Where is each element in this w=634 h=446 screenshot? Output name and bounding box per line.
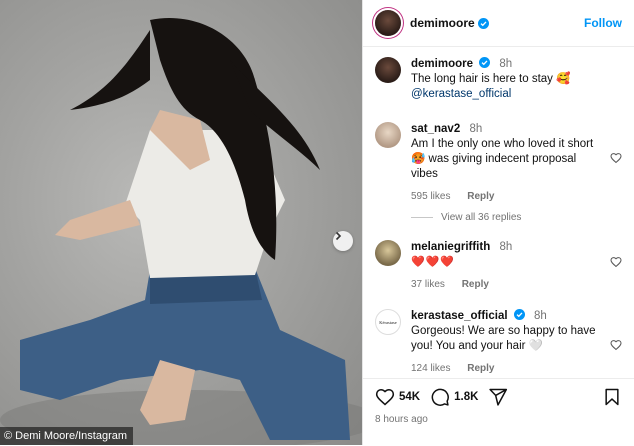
bookmark-icon[interactable] xyxy=(602,387,622,407)
heart-icon[interactable] xyxy=(610,339,622,351)
photo-credit: © Demi Moore/Instagram xyxy=(0,427,134,445)
comments-list[interactable]: demimoore 8h The long hair is here to st… xyxy=(363,47,634,377)
post-sidebar: demimoore Follow demimoore 8h The long h… xyxy=(362,0,634,445)
caption-username[interactable]: demimoore xyxy=(411,58,473,70)
avatar-logo-text: Kérastase xyxy=(379,319,397,325)
post-time-ago: 8 hours ago xyxy=(375,414,428,425)
reply-button[interactable]: Reply xyxy=(462,279,489,290)
comment-username[interactable]: kerastase_official xyxy=(411,310,508,322)
post-actions: 54K 1.8K 8 hours ago xyxy=(363,378,634,446)
next-photo-button[interactable] xyxy=(333,231,353,251)
heart-icon[interactable] xyxy=(610,256,622,268)
comment-time: 8h xyxy=(499,241,513,253)
verified-icon xyxy=(479,57,491,68)
comment-icon[interactable] xyxy=(430,387,450,407)
commenter-avatar[interactable] xyxy=(375,240,401,266)
comment-text: Gorgeous! We are so happy to have you! Y… xyxy=(411,325,596,352)
author-avatar[interactable] xyxy=(375,10,401,36)
chevron-right-icon xyxy=(335,231,342,241)
verified-icon xyxy=(513,309,525,320)
caption-time: 8h xyxy=(499,58,513,70)
verified-icon xyxy=(477,17,489,29)
heart-icon[interactable] xyxy=(375,387,395,407)
commenter-avatar[interactable]: Kérastase xyxy=(375,309,401,335)
view-replies-button[interactable]: View all 36 replies xyxy=(411,212,521,223)
comment-likes[interactable]: 595 likes xyxy=(411,191,450,202)
author-username[interactable]: demimoore xyxy=(410,16,475,30)
follow-button[interactable]: Follow xyxy=(584,16,622,30)
photo-illustration xyxy=(0,18,362,445)
caption-mention[interactable]: @kerastase_official xyxy=(411,88,511,100)
like-count[interactable]: 54K xyxy=(399,391,420,403)
heart-icon[interactable] xyxy=(610,152,622,164)
post-photo[interactable]: © Demi Moore/Instagram xyxy=(0,0,362,445)
caption-text: The long hair is here to stay 🥰 xyxy=(411,73,571,85)
comment-text: ❤️❤️❤️ xyxy=(411,256,456,268)
comment-time: 8h xyxy=(533,310,547,322)
comment-count[interactable]: 1.8K xyxy=(454,391,478,403)
share-icon[interactable] xyxy=(488,387,508,407)
comment-likes[interactable]: 37 likes xyxy=(411,279,445,290)
post-header: demimoore Follow xyxy=(363,0,634,47)
comment-username[interactable]: sat_nav2 xyxy=(411,123,460,135)
comment-likes[interactable]: 124 likes xyxy=(411,363,450,374)
caption-avatar[interactable] xyxy=(375,57,401,83)
comment-username[interactable]: melaniegriffith xyxy=(411,241,490,253)
commenter-avatar[interactable] xyxy=(375,122,401,148)
view-replies-label: View all 36 replies xyxy=(441,212,522,223)
reply-button[interactable]: Reply xyxy=(467,191,494,202)
reply-button[interactable]: Reply xyxy=(467,363,494,374)
comment-text: Am I the only one who loved it short 🥵 w… xyxy=(411,138,594,180)
comment-time: 8h xyxy=(469,123,483,135)
view-replies-line xyxy=(411,217,433,218)
